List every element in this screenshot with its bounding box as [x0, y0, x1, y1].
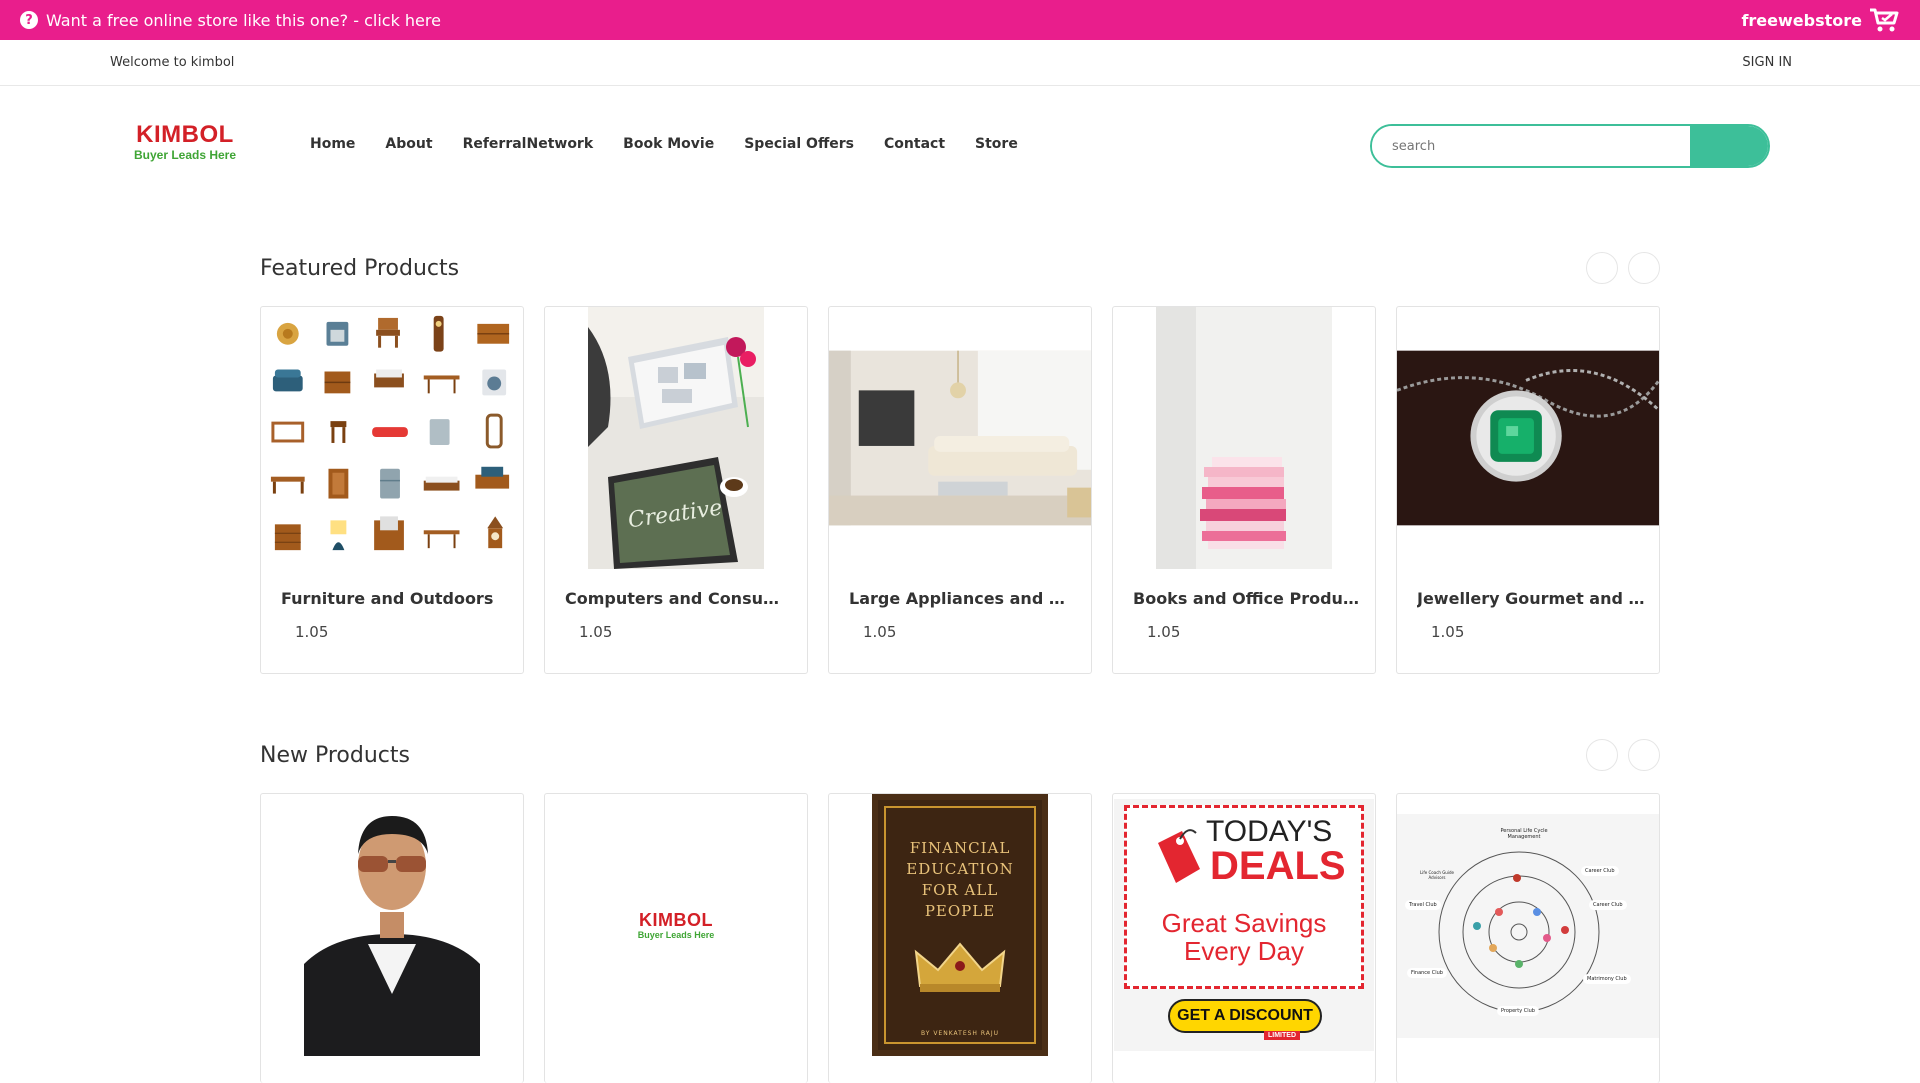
nav-special-offers[interactable]: Special Offers: [744, 136, 854, 152]
deals-line2: DEALS: [1210, 844, 1346, 888]
limited-tag: LIMITED: [1264, 1031, 1300, 1040]
kimbol-logo-title: KIMBOL: [639, 909, 713, 930]
nav-home[interactable]: Home: [310, 136, 355, 152]
product-card[interactable]: Large Appliances and Movables 1.05: [828, 306, 1092, 674]
product-card[interactable]: Personal Life Cycle Management Career Cl…: [1396, 793, 1660, 1083]
product-name[interactable]: Large Appliances and Movables: [849, 589, 1079, 608]
price-tag-icon: [1158, 829, 1200, 883]
new-prev-button[interactable]: [1586, 739, 1618, 771]
featured-next-button[interactable]: [1628, 252, 1660, 284]
product-card[interactable]: TODAY'S DEALS Great Savings Every Day GE…: [1112, 793, 1376, 1083]
product-image-appliances: [829, 307, 1091, 569]
product-price: 1.05: [1431, 623, 1465, 641]
product-name[interactable]: Furniture and Outdoors: [281, 589, 511, 608]
club-label: Finance Club: [1407, 968, 1447, 978]
product-card[interactable]: Creative Computers and Consumer Electron…: [544, 306, 808, 674]
nav-book-movie[interactable]: Book Movie: [623, 136, 714, 152]
search-input[interactable]: [1372, 126, 1690, 166]
product-image-furniture: [261, 307, 523, 569]
book-title-line: FINANCIAL: [909, 839, 1011, 857]
club-label: Property Club: [1497, 1006, 1539, 1016]
product-card[interactable]: KIMBOL Buyer Leads Here: [544, 793, 808, 1083]
promo-link[interactable]: ? Want a free online store like this one…: [20, 0, 441, 40]
logo-subtitle: Buyer Leads Here: [133, 148, 237, 162]
club-label: Personal Life Cycle Management: [1500, 828, 1548, 840]
book-title-line: EDUCATION: [906, 860, 1014, 878]
product-image-kimbol-logo: KIMBOL Buyer Leads Here: [545, 794, 807, 1056]
site-logo[interactable]: KIMBOL Buyer Leads Here: [132, 121, 238, 163]
product-image-portrait: [261, 794, 523, 1056]
new-carousel-arrows: [1586, 739, 1660, 771]
promo-text: Want a free online store like this one? …: [46, 10, 441, 30]
book-author: BY VENKATESH RAJU: [920, 1030, 1000, 1037]
book-title-line: FOR ALL: [921, 881, 999, 899]
featured-carousel-arrows: [1586, 252, 1660, 284]
deals-line1: TODAY'S: [1206, 815, 1333, 848]
welcome-text: Welcome to kimbol: [110, 55, 235, 70]
new-products-title: New Products: [260, 743, 410, 768]
freewebstore-link[interactable]: freewebstore: [1741, 0, 1900, 40]
get-discount-badge: GET A DISCOUNT: [1168, 999, 1322, 1033]
product-price: 1.05: [579, 623, 613, 641]
welcome-bar: Welcome to kimbol SIGN IN: [0, 40, 1920, 86]
main-nav: Home About ReferralNetwork Book Movie Sp…: [310, 136, 1048, 152]
product-price: 1.05: [1147, 623, 1181, 641]
product-name[interactable]: Jewellery Gourmet and Kitchen: [1417, 589, 1647, 608]
club-label: Career Club: [1581, 866, 1619, 876]
nav-referral-network[interactable]: ReferralNetwork: [463, 136, 594, 152]
deals-line4: Every Day: [1184, 936, 1304, 966]
nav-store[interactable]: Store: [975, 136, 1018, 152]
club-label: Career Club: [1589, 900, 1627, 910]
crown-icon: [914, 942, 1006, 992]
product-price: 1.05: [863, 623, 897, 641]
product-image-jewellery: [1397, 307, 1659, 569]
featured-products-row: Furniture and Outdoors 1.05 Creative Com…: [260, 306, 1660, 674]
logo-title: KIMBOL: [136, 121, 234, 148]
product-card[interactable]: [260, 793, 524, 1083]
product-name[interactable]: Computers and Consumer Electronics: [565, 589, 795, 608]
nav-contact[interactable]: Contact: [884, 136, 945, 152]
product-card[interactable]: Jewellery Gourmet and Kitchen 1.05: [1396, 306, 1660, 674]
product-card[interactable]: FINANCIAL EDUCATION FOR ALL PEOPLE BY VE…: [828, 793, 1092, 1083]
product-image-clubs-diagram: Personal Life Cycle Management Career Cl…: [1397, 794, 1659, 1056]
search-button[interactable]: [1690, 126, 1768, 166]
product-price: 1.05: [295, 623, 329, 641]
question-circle-icon: ?: [20, 11, 38, 29]
sign-in-link[interactable]: SIGN IN: [1742, 40, 1792, 86]
site-header: KIMBOL Buyer Leads Here Home About Refer…: [0, 86, 1920, 206]
new-next-button[interactable]: [1628, 739, 1660, 771]
product-card[interactable]: Furniture and Outdoors 1.05: [260, 306, 524, 674]
new-products-row: KIMBOL Buyer Leads Here FINANCIAL EDUCAT…: [260, 793, 1660, 1083]
nav-about[interactable]: About: [385, 136, 432, 152]
club-label: Travel Club: [1405, 900, 1441, 910]
featured-prev-button[interactable]: [1586, 252, 1618, 284]
product-name[interactable]: Books and Office Products: [1133, 589, 1363, 608]
shopping-cart-icon: [1870, 8, 1899, 32]
featured-products-title: Featured Products: [260, 256, 460, 281]
product-image-book-cover: FINANCIAL EDUCATION FOR ALL PEOPLE BY VE…: [829, 794, 1091, 1056]
product-image-computers: Creative: [545, 307, 807, 569]
kimbol-logo-subtitle: Buyer Leads Here: [637, 929, 715, 940]
clubs-diagram-circles: [1438, 851, 1600, 1013]
club-label: Life Coach Guide Advisors: [1420, 870, 1454, 880]
product-image-books: [1113, 307, 1375, 569]
deals-line3: Great Savings: [1161, 908, 1327, 938]
club-label: Matrimony Club: [1583, 974, 1631, 984]
book-title-line: PEOPLE: [924, 902, 996, 920]
product-image-todays-deals: TODAY'S DEALS Great Savings Every Day GE…: [1113, 794, 1375, 1056]
freewebstore-brand: freewebstore: [1741, 10, 1862, 30]
search-box: [1370, 124, 1770, 168]
product-card[interactable]: Books and Office Products 1.05: [1112, 306, 1376, 674]
promo-bar: ? Want a free online store like this one…: [0, 0, 1920, 40]
